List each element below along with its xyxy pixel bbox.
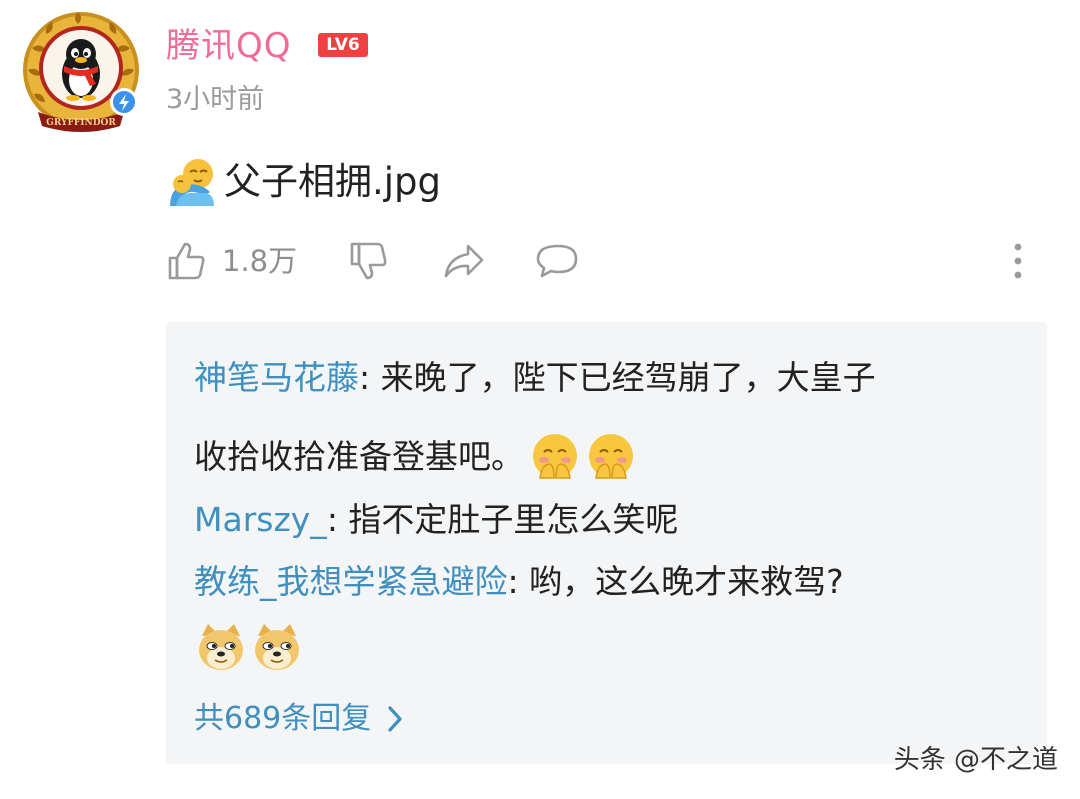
qq-penguin-gryffindor-avatar-icon: GRYFFINDOR [23,12,139,132]
reply-author[interactable]: 教练_我想学紧急避险 [194,560,508,604]
reply-item-continuation [196,622,302,672]
doge-emoji-icon [255,624,299,670]
reply-item-continuation[interactable]: 收拾收拾准备登基吧。 [194,432,636,482]
share-icon [444,244,484,278]
reply-item[interactable]: 教练_我想学紧急避险 : 哟，这么晚才来救驾? [194,560,844,604]
reply-item[interactable]: 神笔马花藤 : 来晚了，陛下已经驾崩了，大皇子 [194,356,876,400]
comment-button[interactable] [536,238,580,284]
thumbs-down-icon [350,242,387,280]
replies-panel: 神笔马花藤 : 来晚了，陛下已经驾崩了，大皇子 收拾收拾准备登基吧。 Marsz… [166,322,1047,764]
dislike-button[interactable] [348,238,390,284]
username[interactable]: 腾讯QQ [166,24,292,68]
thumbs-up-icon [168,242,205,280]
like-button[interactable]: 1.8万 [166,238,297,284]
reply-item[interactable]: Marszy_ : 指不定肚子里怎么笑呢 [194,498,678,542]
watermark: 头条 @不之道 [893,745,1058,775]
shy-face-emoji-icon [589,434,633,479]
more-icon [1014,243,1022,279]
reply-text: : 来晚了，陛下已经驾崩了，大皇子 [359,358,876,397]
hug-emoji-icon [170,159,214,206]
avatar-banner-text: GRYFFINDOR [46,118,116,128]
chevron-right-icon [388,706,402,732]
post-content: 父子相拥.jpg [166,156,441,208]
doge-emoji-icon [199,624,243,670]
shy-face-emoji-icon [533,434,577,479]
comment-icon [536,244,578,278]
reply-text: : 哟，这么晚才来救驾? [507,562,844,601]
level-badge: LV6 [318,33,368,57]
reply-author[interactable]: Marszy_ [194,498,327,542]
post-text: 父子相拥.jpg [224,160,442,203]
reply-text: 收拾收拾准备登基吧。 [194,437,524,476]
more-options-button[interactable] [1010,238,1026,284]
post-card: GRYFFINDOR 腾讯QQ LV6 3小时前 父子相拥.jpg 1.8万 神… [0,0,1080,799]
reply-author[interactable]: 神笔马花藤 [194,356,359,400]
like-count: 1.8万 [222,244,298,278]
avatar[interactable]: GRYFFINDOR [18,8,144,136]
view-all-replies-link[interactable]: 共689条回复 [194,698,403,740]
share-button[interactable] [442,238,486,284]
reply-text: : 指不定肚子里怎么笑呢 [326,500,679,539]
timestamp: 3小时前 [166,84,265,115]
more-replies-label: 共689条回复 [194,701,372,736]
